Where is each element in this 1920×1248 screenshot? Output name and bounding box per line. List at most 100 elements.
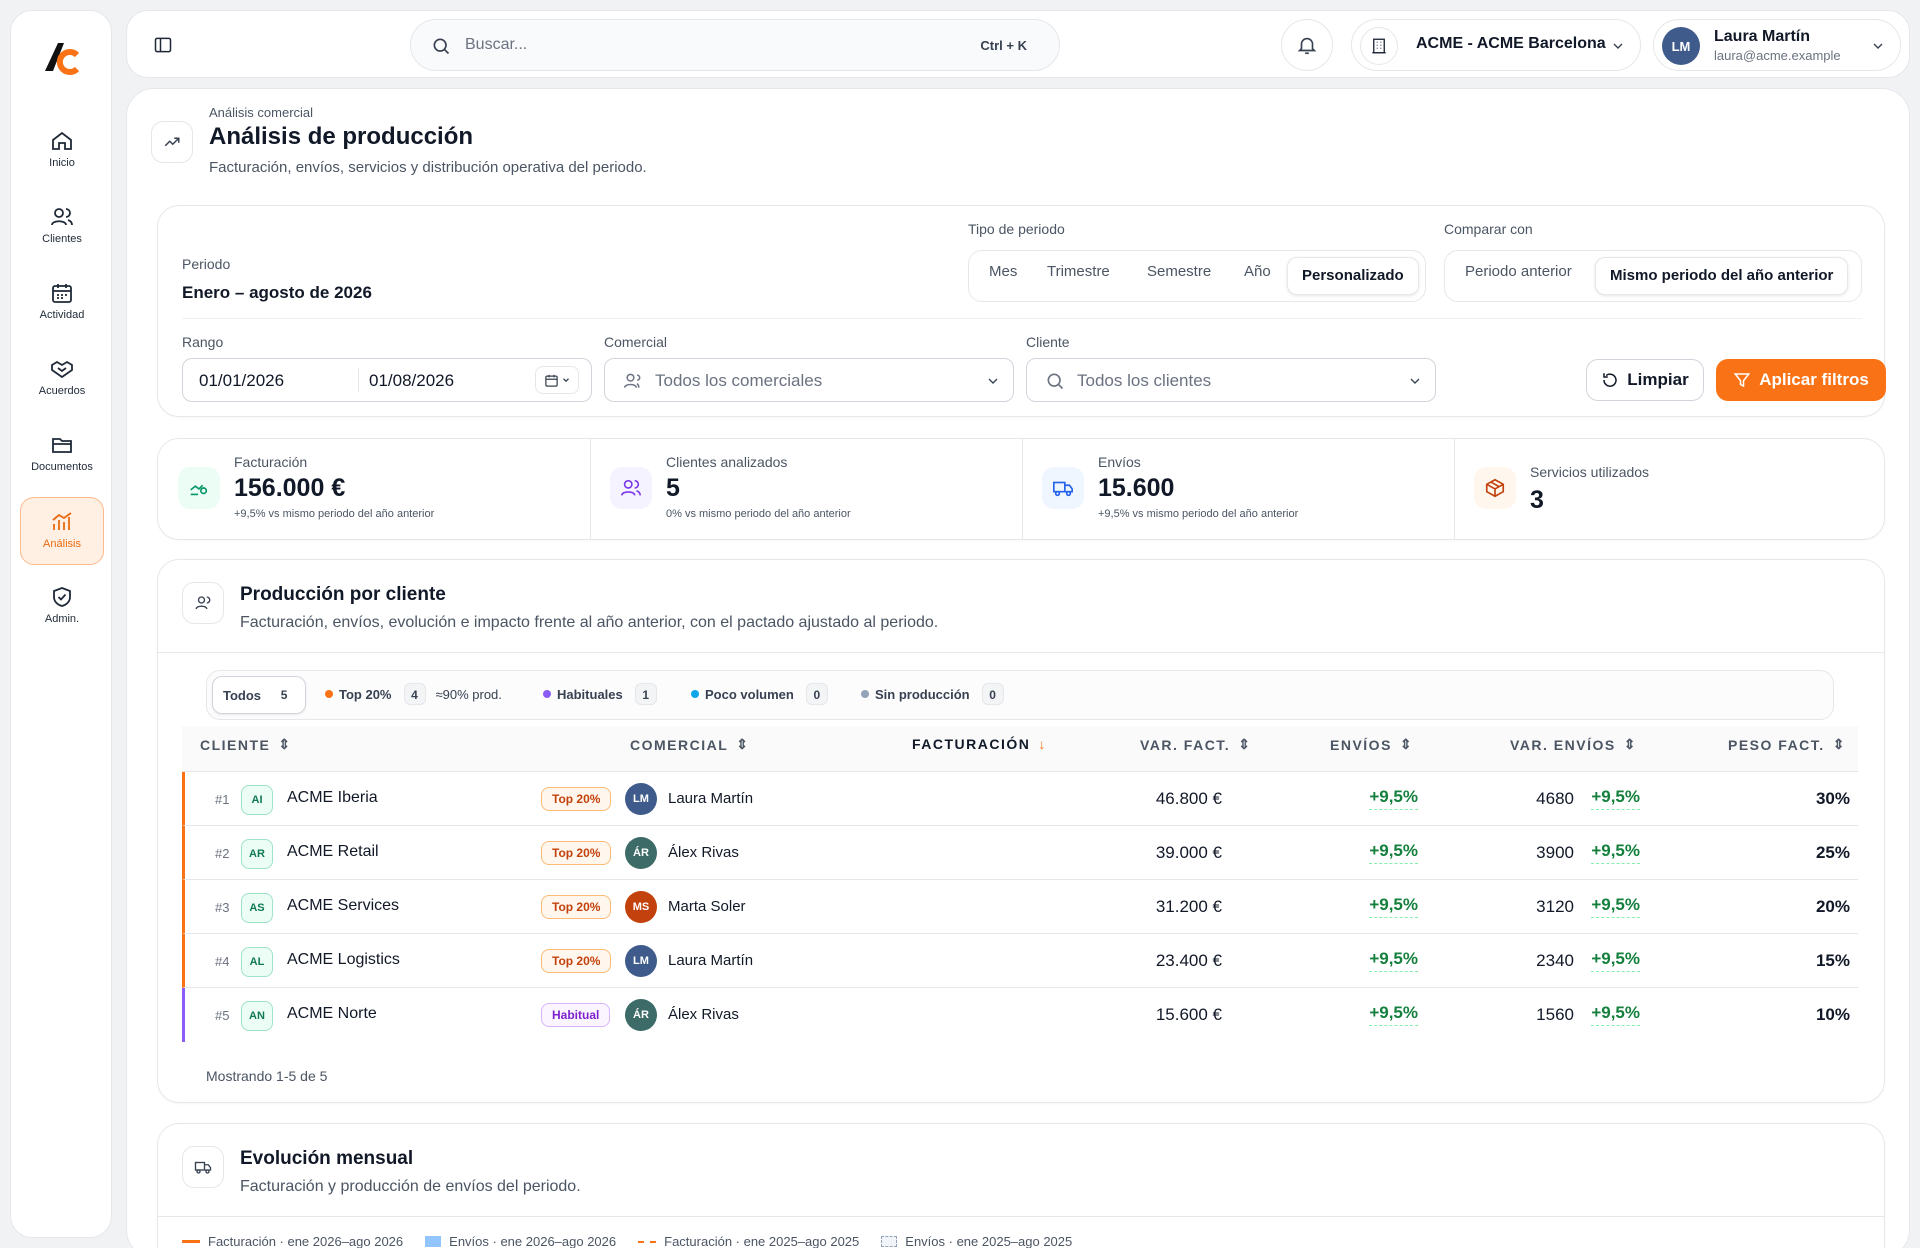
shipments-variation[interactable]: +9,5% [1591, 787, 1640, 810]
table-row[interactable]: #2 AR ACME Retail Top 20% ÁR Álex Rivas … [182, 826, 1858, 880]
range-end[interactable]: 01/08/2026 [369, 371, 454, 391]
col-var-fact[interactable]: VAR. FACT. ⇕ [1140, 736, 1251, 753]
acme-logo-icon[interactable] [41, 37, 81, 77]
row-rank: #2 [215, 846, 230, 861]
shipments-variation[interactable]: +9,5% [1591, 1003, 1640, 1026]
period-type-ano[interactable]: Año [1244, 263, 1271, 280]
filter-icon [1733, 373, 1751, 388]
calendar-button[interactable] [535, 366, 579, 394]
client-name[interactable]: ACME Norte [287, 1005, 377, 1023]
chip-count: 0 [981, 683, 1004, 705]
row-rank: #1 [215, 792, 230, 807]
client-name[interactable]: ACME Logistics [287, 951, 400, 969]
sidebar-panel-icon [154, 37, 172, 53]
billing-variation[interactable]: +9,5% [1369, 895, 1418, 918]
chip-count: 5 [273, 684, 296, 706]
client-initials: AS [241, 893, 273, 923]
evolution-divider [158, 1216, 1884, 1217]
sort-icon: ⇕ [1399, 736, 1414, 752]
billing-variation[interactable]: +9,5% [1369, 841, 1418, 864]
weight-value: 15% [1815, 951, 1850, 970]
production-subtitle: Facturación, envíos, evolución e impacto… [240, 614, 939, 631]
evolution-icon-box [182, 1146, 224, 1188]
billing-variation[interactable]: +9,5% [1369, 1003, 1418, 1026]
nav-item-acuerdos[interactable]: Acuerdos [20, 345, 104, 413]
segment-tag: Top 20% [541, 787, 612, 811]
compare-mismo-periodo[interactable]: Mismo periodo del año anterior [1595, 257, 1849, 295]
legend-item-billing-2026[interactable]: Facturación · ene 2026–ago 2026 [182, 1234, 403, 1248]
sales-name: Laura Martín [668, 790, 754, 807]
shipments-variation[interactable]: +9,5% [1591, 895, 1640, 918]
col-cliente[interactable]: CLIENTE ⇕ [200, 736, 292, 753]
nav-item-inicio[interactable]: Inicio [20, 117, 104, 185]
chip-sin-produccion[interactable]: Sin producción 0 [861, 683, 1004, 705]
filters-divider [182, 318, 1862, 319]
money-icon [190, 484, 208, 496]
client-name[interactable]: ACME Services [287, 897, 399, 915]
client-name[interactable]: ACME Iberia [287, 789, 378, 807]
table-footer: Mostrando 1-5 de 5 [206, 1068, 328, 1084]
col-peso-fact[interactable]: PESO FACT. ⇕ [1728, 736, 1846, 753]
period-type-personalizado[interactable]: Personalizado [1287, 257, 1419, 295]
sales-name: Álex Rivas [668, 844, 739, 861]
legend-item-billing-2025[interactable]: Facturación · ene 2025–ago 2025 [638, 1234, 859, 1248]
period-type-semestre[interactable]: Semestre [1147, 263, 1211, 280]
shipments-variation[interactable]: +9,5% [1591, 841, 1640, 864]
shield-icon [53, 587, 71, 607]
toggle-sidebar-button[interactable] [143, 25, 183, 65]
client-select[interactable]: Todos los clientes [1026, 358, 1436, 402]
kpi-shipments-icon-box [1042, 467, 1084, 509]
col-facturacion[interactable]: FACTURACIÓN ↓ [912, 736, 1047, 752]
sales-select[interactable]: Todos los comerciales [604, 358, 1014, 402]
user-menu[interactable]: LM Laura Martín laura@acme.example [1653, 19, 1901, 71]
chip-count: 1 [634, 683, 657, 705]
nav-item-admin[interactable]: Admin. [20, 573, 104, 641]
compare-periodo-anterior[interactable]: Periodo anterior [1465, 263, 1572, 280]
kpi-card: Facturación 156.000 € +9,5% vs mismo per… [157, 438, 1885, 540]
legend-item-shipments-2025[interactable]: Envíos · ene 2025–ago 2025 [881, 1234, 1072, 1248]
page-subtitle: Facturación, envíos, servicios y distrib… [209, 159, 647, 176]
table-row[interactable]: #1 AI ACME Iberia Top 20% LM Laura Martí… [182, 772, 1858, 826]
period-type-trimestre[interactable]: Trimestre [1047, 263, 1110, 280]
chip-poco-volumen[interactable]: Poco volumen 0 [691, 683, 828, 705]
col-envios[interactable]: ENVÍOS ⇕ [1330, 736, 1413, 753]
col-label: CLIENTE [200, 736, 271, 753]
col-var-envios[interactable]: VAR. ENVÍOS ⇕ [1510, 736, 1637, 753]
nav-label: Admin. [44, 613, 80, 625]
search-input[interactable]: Buscar... Ctrl + K [410, 19, 1060, 71]
nav-item-clientes[interactable]: Clientes [20, 193, 104, 261]
shipments-value: 3900 [1536, 843, 1574, 862]
row-rank: #3 [215, 900, 230, 915]
billing-value: 31.200 € [1155, 897, 1222, 916]
range-start[interactable]: 01/01/2026 [199, 371, 284, 391]
chip-todos[interactable]: Todos 5 [212, 676, 307, 714]
nav-item-documentos[interactable]: Documentos [20, 421, 104, 489]
chip-top[interactable]: Top 20% 4 ≈90% prod. [325, 683, 502, 705]
date-range-field[interactable]: 01/01/2026 01/08/2026 [182, 358, 592, 402]
search-icon [1047, 373, 1064, 390]
billing-variation[interactable]: +9,5% [1369, 787, 1418, 810]
table-row[interactable]: #3 AS ACME Services Top 20% MS Marta Sol… [182, 880, 1858, 934]
table-row[interactable]: #5 AN ACME Norte Habitual ÁR Álex Rivas … [182, 988, 1858, 1042]
legend-label: Envíos · ene 2025–ago 2025 [905, 1234, 1073, 1248]
calendar-icon [52, 284, 72, 303]
apply-filters-button[interactable]: Aplicar filtros [1716, 359, 1886, 401]
chip-habituales[interactable]: Habituales 1 [543, 683, 657, 705]
segment-tag: Top 20% [541, 895, 612, 919]
period-type-mes[interactable]: Mes [989, 263, 1017, 280]
nav-item-analisis[interactable]: Análisis [20, 497, 104, 565]
evolution-subtitle: Facturación y producción de envíos del p… [240, 1178, 581, 1195]
breadcrumb[interactable]: Análisis comercial [209, 105, 313, 120]
shipments-variation[interactable]: +9,5% [1591, 949, 1640, 972]
weight-value: 10% [1815, 1005, 1850, 1024]
billing-variation[interactable]: +9,5% [1369, 949, 1418, 972]
client-name[interactable]: ACME Retail [287, 843, 379, 861]
nav-item-actividad[interactable]: Actividad [20, 269, 104, 337]
shipments-value: 4680 [1536, 789, 1574, 808]
notifications-button[interactable] [1281, 19, 1333, 71]
col-comercial[interactable]: COMERCIAL ⇕ [630, 736, 750, 753]
clear-filters-button[interactable]: Limpiar [1586, 359, 1704, 401]
company-selector[interactable]: ACME - ACME Barcelona [1351, 19, 1641, 71]
legend-item-shipments-2026[interactable]: Envíos · ene 2026–ago 2026 [425, 1234, 616, 1248]
table-row[interactable]: #4 AL ACME Logistics Top 20% LM Laura Ma… [182, 934, 1858, 988]
